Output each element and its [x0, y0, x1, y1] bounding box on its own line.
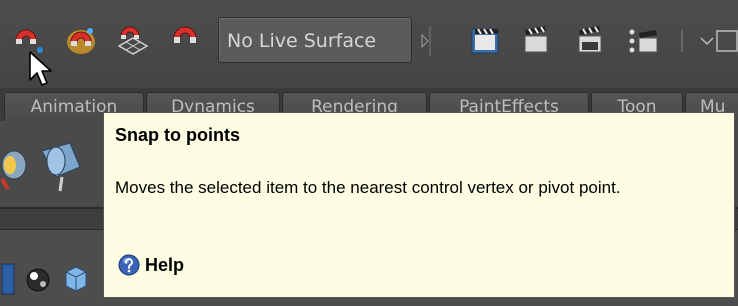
chevron-down-icon: [700, 30, 738, 52]
status-line: No Live Surface: [0, 0, 738, 89]
snap-to-view-planes-button[interactable]: [115, 20, 151, 62]
render-sphere-icon: [26, 268, 50, 292]
toolbox-icons: [1, 263, 87, 295]
cube-icon: [65, 266, 87, 292]
shelf-icons: [0, 142, 81, 192]
mouse-cursor-icon: [29, 51, 52, 86]
spot-light-icon: [0, 150, 27, 191]
arrow-right-icon: [421, 26, 431, 56]
more-tools-dropdown[interactable]: [698, 20, 738, 62]
magnet-icon: [173, 26, 197, 43]
live-surface-field[interactable]: No Live Surface: [218, 17, 412, 63]
maya-window: No Live Surface Animation Dynamics Rende…: [0, 0, 738, 306]
tooltip-title: Snap to points: [115, 125, 240, 145]
render-current-frame-icon: [471, 28, 499, 54]
ipr-render-icon: [578, 26, 602, 53]
render-settings-button[interactable]: [625, 20, 661, 62]
clapboard-icon: [524, 26, 548, 53]
help-icon: [118, 254, 140, 276]
tooltip-description: Moves the selected item to the nearest c…: [115, 178, 621, 197]
separator-handle: [676, 18, 688, 64]
collapse-handle[interactable]: [420, 18, 432, 64]
help-label: Help: [145, 254, 185, 275]
ipr-render-button[interactable]: [572, 20, 608, 62]
make-live-button[interactable]: [168, 20, 204, 62]
render-view-button[interactable]: [518, 20, 554, 62]
tooltip: Snap to points Moves the selected item t…: [103, 112, 735, 298]
render-current-frame-button[interactable]: [467, 20, 503, 62]
render-settings-icon: [629, 29, 658, 53]
magnet-curve-icon: [67, 28, 95, 54]
area-light-icon: [41, 142, 81, 192]
snap-to-curves-button[interactable]: [63, 20, 99, 62]
magnet-plane-icon: [117, 26, 149, 55]
help-link[interactable]: Help: [118, 252, 184, 278]
